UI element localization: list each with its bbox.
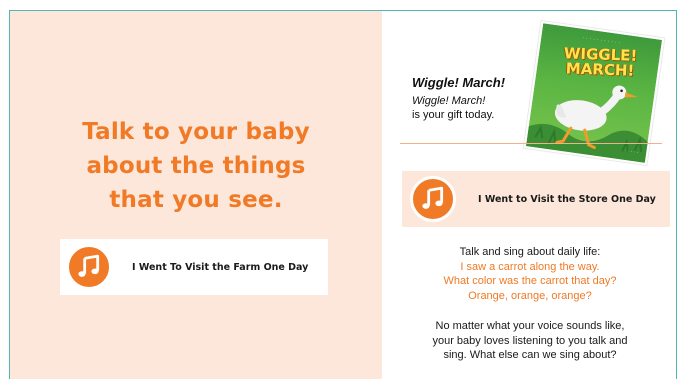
book-subtitle-italic: Wiggle! March! <box>412 95 486 107</box>
lyric-line-2: What color was the carrot that day? <box>443 275 617 287</box>
store-song-card[interactable]: I Went to Visit the Store One Day <box>402 171 670 227</box>
lyric-line-1: I saw a carrot along the way. <box>460 260 600 273</box>
right-panel: Wiggle! March! Wiggle! March! is your gi… <box>382 11 676 379</box>
headline-line-2: about the things <box>86 153 306 179</box>
closing-line-1: No matter what your voice sounds like, <box>435 320 625 332</box>
book-subtitle-plain: is your gift today. <box>412 109 495 121</box>
music-note-icon[interactable] <box>410 176 456 222</box>
talk-and-sing-text: Talk and sing about daily life: I saw a … <box>382 245 676 303</box>
cover-footer-decoration: · · · · <box>626 148 639 156</box>
content-frame: Talk to your baby about the things that … <box>9 10 677 379</box>
headline-line-3: that you see. <box>109 187 283 213</box>
goose-illustration <box>525 85 652 166</box>
section-divider <box>400 143 662 144</box>
farm-song-card[interactable]: I Went To Visit the Farm One Day <box>60 239 328 295</box>
closing-text: No matter what your voice sounds like, y… <box>382 319 676 363</box>
music-note-icon[interactable] <box>66 244 112 290</box>
book-subtitle: Wiggle! March! is your gift today. <box>412 94 494 122</box>
closing-line-2: your baby loves listening to you talk an… <box>432 334 628 347</box>
farm-song-title[interactable]: I Went To Visit the Farm One Day <box>132 262 308 273</box>
left-panel: Talk to your baby about the things that … <box>10 11 382 379</box>
closing-line-3: sing. What else can we sing about? <box>443 349 617 361</box>
talk-intro: Talk and sing about daily life: <box>459 246 601 258</box>
headline: Talk to your baby about the things that … <box>20 115 372 217</box>
headline-line-1: Talk to your baby <box>82 119 310 145</box>
lyric-line-3: Orange, orange, orange? <box>468 289 592 302</box>
store-song-title[interactable]: I Went to Visit the Store One Day <box>478 194 656 205</box>
book-title: Wiggle! March! <box>412 75 506 90</box>
